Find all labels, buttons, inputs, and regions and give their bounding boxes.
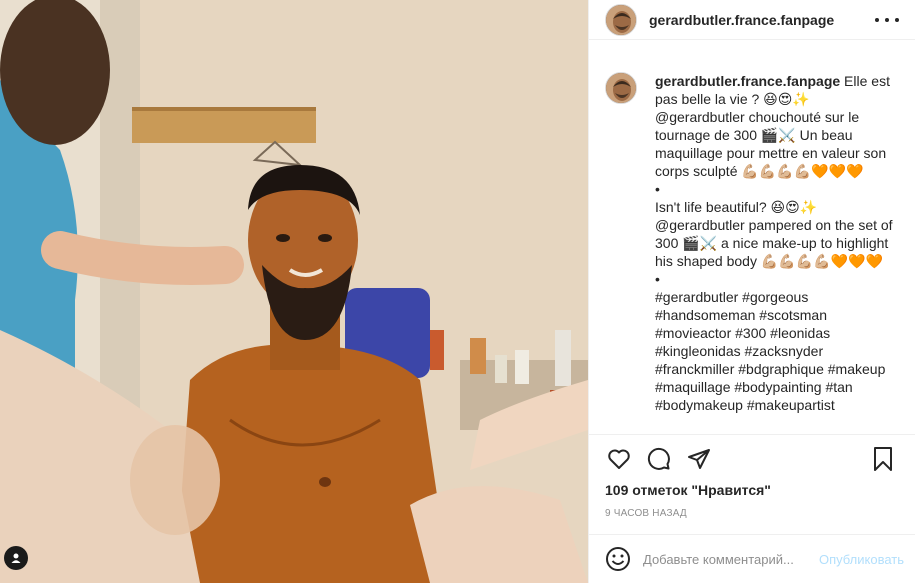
post-sidebar: gerardbutler.france.fanpage gerardbutler… [588,0,915,583]
header-username[interactable]: gerardbutler.france.fanpage [649,12,834,28]
comment-form: Опубликовать [589,534,915,583]
post-comment-button[interactable]: Опубликовать [819,552,904,567]
photo-illustration [0,0,588,583]
heart-icon[interactable] [605,445,633,473]
caption-body: Elle est pas belle la vie ? 😆😍✨ @gerardb… [655,73,893,413]
more-horizontal-icon[interactable] [875,12,899,28]
post-header: gerardbutler.france.fanpage [589,0,915,40]
caption-username[interactable]: gerardbutler.france.fanpage [655,73,840,89]
comment-input[interactable] [643,551,819,567]
action-bar [589,434,915,482]
caption-section: gerardbutler.france.fanpage Elle est pas… [605,72,905,432]
avatar[interactable] [605,3,637,36]
likes-count[interactable]: 109 отметок "Нравится" [605,482,771,498]
user-tag-icon[interactable] [4,546,28,570]
post-photo[interactable] [0,0,588,583]
bookmark-icon[interactable] [869,445,897,473]
caption-avatar[interactable] [605,72,637,104]
caption-text: gerardbutler.france.fanpage Elle est pas… [655,72,905,432]
smiley-icon[interactable] [605,546,631,572]
share-icon[interactable] [685,445,713,473]
comment-icon[interactable] [645,445,673,473]
post-timestamp[interactable]: 9 ЧАСОВ НАЗАД [605,508,687,519]
